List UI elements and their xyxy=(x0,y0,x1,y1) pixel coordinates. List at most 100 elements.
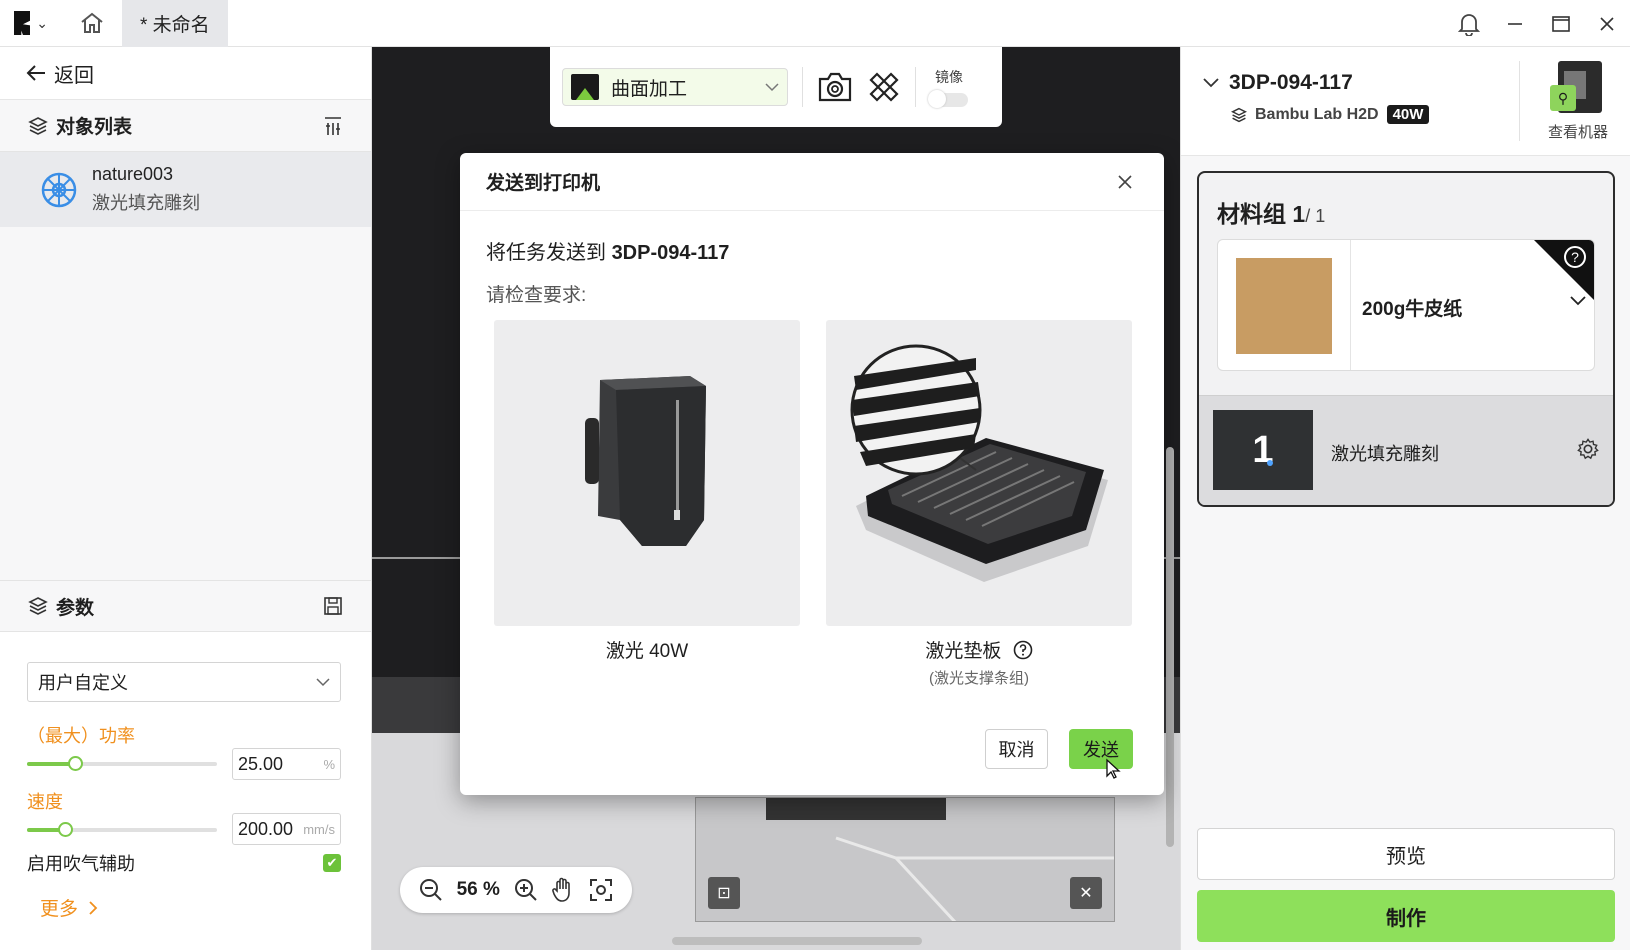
camera-preview-window: ⊡ ✕ xyxy=(695,797,1115,922)
preview-button[interactable]: 预览 xyxy=(1197,828,1615,880)
horizontal-scrollbar[interactable] xyxy=(672,937,922,945)
laser-platform-label-row: 激光垫板 xyxy=(826,636,1132,663)
air-assist-row: 启用吹气辅助 ✔ xyxy=(27,850,341,876)
layer-row[interactable]: 1 激光填充雕刻 xyxy=(1199,395,1613,505)
send-button[interactable]: 发送 xyxy=(1069,729,1133,769)
zoom-in-icon[interactable] xyxy=(514,878,538,902)
laser-module-card xyxy=(494,320,800,626)
mirror-toggle[interactable] xyxy=(928,90,968,108)
more-label: 更多 xyxy=(40,899,79,920)
maximize-icon xyxy=(1552,15,1570,32)
measure-tool-icon[interactable] xyxy=(867,70,901,104)
gear-icon[interactable] xyxy=(1577,438,1599,460)
close-window-button[interactable] xyxy=(1584,0,1630,47)
power-input[interactable]: 25.00 % xyxy=(232,748,341,780)
fit-view-icon[interactable] xyxy=(589,878,613,902)
params-header: 参数 xyxy=(0,580,371,632)
help-icon[interactable]: ? xyxy=(1564,246,1586,268)
send-to-printer-dialog: 发送到打印机 将任务发送到 3DP-094-117 请检查要求: 激光 40W xyxy=(460,153,1164,795)
chevron-down-icon xyxy=(316,678,330,687)
flower-pattern-icon xyxy=(41,172,77,207)
material-select[interactable]: 200g牛皮纸 ? xyxy=(1217,239,1595,371)
toolbar-divider xyxy=(802,67,803,107)
dialog-close-button[interactable] xyxy=(1112,169,1138,195)
speed-input[interactable]: 200.00 mm/s xyxy=(232,813,341,845)
hand-pan-icon[interactable] xyxy=(551,877,575,903)
home-icon xyxy=(81,12,103,33)
measure-tool-icon[interactable]: ✕ xyxy=(1070,877,1102,909)
laser-power-badge: 40W xyxy=(1386,105,1430,124)
send-to-target: 3DP-094-117 xyxy=(611,242,730,264)
right-panel: 3DP-094-117 Bambu Lab H2D 40W ⚲ 查看机器 材料组… xyxy=(1180,47,1630,950)
speed-label: 速度 xyxy=(27,792,63,812)
tab-untitled[interactable]: * 未命名 xyxy=(122,0,228,47)
laser-platform-illustration xyxy=(850,344,1108,582)
printer-header: 3DP-094-117 Bambu Lab H2D 40W ⚲ 查看机器 xyxy=(1181,47,1630,156)
laser-module-label: 激光 40W xyxy=(605,641,689,662)
zoom-out-icon[interactable] xyxy=(419,878,443,902)
maximize-button[interactable] xyxy=(1538,0,1584,47)
speed-slider-handle[interactable] xyxy=(58,822,73,837)
laser-module-illustration xyxy=(585,376,706,546)
printer-model: Bambu Lab H2D xyxy=(1255,105,1379,123)
bell-icon xyxy=(1458,13,1480,36)
laser-platform-card xyxy=(826,320,1132,626)
minimize-icon xyxy=(1508,22,1522,25)
home-button[interactable] xyxy=(62,0,122,47)
zoom-level: 56 % xyxy=(456,879,500,900)
back-button[interactable]: 返回 xyxy=(0,47,371,100)
notification-button[interactable] xyxy=(1446,0,1492,47)
make-button[interactable]: 制作 xyxy=(1197,890,1615,942)
object-type: 激光填充雕刻 xyxy=(92,193,200,213)
chevron-down-icon: ⌄ xyxy=(36,14,48,31)
layer-name: 激光填充雕刻 xyxy=(1331,444,1439,464)
object-item-nature003[interactable]: nature003 激光填充雕刻 xyxy=(0,152,371,227)
cancel-button[interactable]: 取消 xyxy=(985,729,1048,769)
focus-target-icon[interactable]: ⊡ xyxy=(708,877,740,909)
material-divider xyxy=(1350,240,1351,370)
left-panel: 返回 对象列表 nature003 激光填充雕刻 参数 用户自定义 （最大）功率… xyxy=(0,47,372,950)
more-button[interactable]: 更多 xyxy=(40,894,98,921)
view-machine-button[interactable]: ⚲ 查看机器 xyxy=(1533,59,1623,142)
header-divider xyxy=(1519,61,1520,141)
printer-machine-icon: ⚲ xyxy=(1550,59,1606,115)
power-unit: % xyxy=(323,756,335,772)
air-assist-label: 启用吹气辅助 xyxy=(27,854,135,874)
close-icon xyxy=(1118,174,1132,189)
processing-mode-select[interactable]: 曲面加工 xyxy=(562,68,788,106)
power-value: 25.00 xyxy=(238,753,284,774)
dialog-header: 发送到打印机 xyxy=(460,153,1164,211)
power-slider[interactable] xyxy=(27,756,217,771)
power-slider-handle[interactable] xyxy=(68,756,83,771)
layers-icon xyxy=(1231,107,1247,122)
material-group-panel: 材料组 1/ 1 200g牛皮纸 ? 1 激光填充雕刻 xyxy=(1197,171,1615,507)
air-assist-checkbox[interactable]: ✔ xyxy=(323,854,341,872)
mouse-cursor-icon xyxy=(1106,758,1121,779)
material-help-corner xyxy=(1534,240,1594,300)
close-icon xyxy=(1600,16,1614,31)
preview-bed-lines xyxy=(835,836,1114,921)
layers-icon xyxy=(28,597,48,615)
save-icon[interactable] xyxy=(323,596,343,616)
vertical-scrollbar[interactable] xyxy=(1166,447,1174,847)
power-label: （最大）功率 xyxy=(27,726,135,746)
minimize-button[interactable] xyxy=(1492,0,1538,47)
help-icon[interactable] xyxy=(1013,640,1033,660)
view-machine-label: 查看机器 xyxy=(1547,124,1608,141)
speed-slider[interactable] xyxy=(27,822,217,837)
camera-icon[interactable] xyxy=(817,71,853,103)
layers-icon xyxy=(28,116,48,135)
app-menu-button[interactable]: ⌄ xyxy=(0,0,48,47)
printer-name: 3DP-094-117 xyxy=(1229,71,1353,94)
speed-unit: mm/s xyxy=(303,821,335,837)
preset-select[interactable]: 用户自定义 xyxy=(27,662,341,702)
params-panel: 参数 用户自定义 （最大）功率 25.00 % 速度 200.00 mm/s 启… xyxy=(0,580,371,950)
processing-mode-value: 曲面加工 xyxy=(611,78,688,100)
printer-model-row: Bambu Lab H2D 40W xyxy=(1231,105,1430,124)
printer-selector[interactable]: 3DP-094-117 xyxy=(1203,71,1353,95)
layer-thumbnail: 1 xyxy=(1213,410,1313,490)
laser-platform-sublabel: (激光支撑条组) xyxy=(929,670,1029,687)
laser-platform-label: 激光垫板 xyxy=(925,641,1002,662)
sort-icon[interactable] xyxy=(323,115,343,137)
object-list-header: 对象列表 xyxy=(0,100,371,152)
